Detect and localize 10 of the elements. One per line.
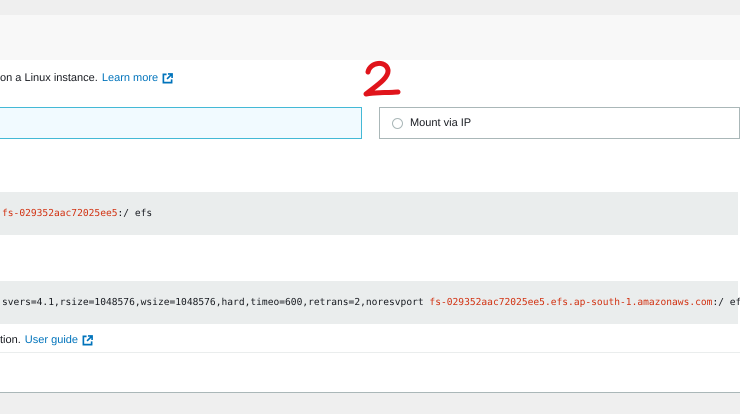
external-link-icon — [162, 72, 174, 84]
link[interactable]: User guide — [24, 334, 78, 346]
external-link-icon — [82, 334, 93, 346]
radio-option[interactable]: Mount via IP — [379, 107, 740, 139]
radio-option[interactable] — [0, 107, 362, 139]
link[interactable]: Learn more — [102, 72, 158, 84]
code-block: fs-029352aac72025ee5:/ efs — [0, 192, 738, 235]
description-text: on a Linux instance. — [0, 72, 98, 84]
description-text: tion. — [0, 334, 21, 346]
radio-button[interactable] — [392, 118, 403, 128]
